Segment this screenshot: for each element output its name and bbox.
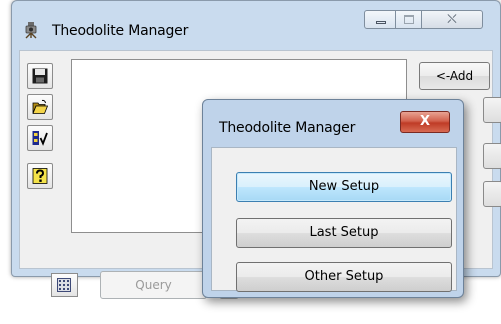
setup-dialog: Theodolite Manager X New Setup Last Setu… <box>202 99 464 298</box>
save-icon <box>32 68 48 84</box>
calculator-icon <box>57 278 71 292</box>
close-button[interactable]: ⛌ <box>421 10 483 29</box>
minimize-button[interactable] <box>364 10 396 29</box>
side-button-3[interactable] <box>483 181 501 207</box>
dialog-close-button[interactable]: X <box>400 111 450 133</box>
close-icon: ⛌ <box>447 12 457 27</box>
other-setup-button[interactable]: Other Setup <box>236 262 452 292</box>
help-icon <box>32 168 48 184</box>
side-button-1[interactable] <box>483 97 501 123</box>
new-setup-button[interactable]: New Setup <box>236 172 452 202</box>
open-button[interactable] <box>27 94 53 120</box>
maximize-button[interactable] <box>395 10 422 29</box>
dialog-client-area: New Setup Last Setup Other Setup <box>211 147 457 292</box>
maximize-icon <box>404 15 414 24</box>
save-button[interactable] <box>27 63 53 89</box>
dialog-title: Theodolite Manager <box>219 120 356 136</box>
calculator-button[interactable] <box>51 273 78 297</box>
minimize-icon <box>376 21 386 24</box>
side-button-2[interactable] <box>483 143 501 169</box>
close-icon: X <box>419 114 431 129</box>
last-setup-button[interactable]: Last Setup <box>236 218 452 248</box>
main-window-title: Theodolite Manager <box>52 23 189 39</box>
open-folder-icon <box>32 99 48 114</box>
theodolite-app-icon <box>25 22 37 39</box>
query-button[interactable]: Query <box>100 271 207 299</box>
help-button[interactable] <box>27 163 53 189</box>
checklist-button[interactable] <box>27 125 53 151</box>
add-button[interactable]: <-Add <box>419 62 490 90</box>
main-titlebar[interactable]: Theodolite Manager ⛌ <box>12 1 500 49</box>
checklist-icon <box>32 131 48 146</box>
